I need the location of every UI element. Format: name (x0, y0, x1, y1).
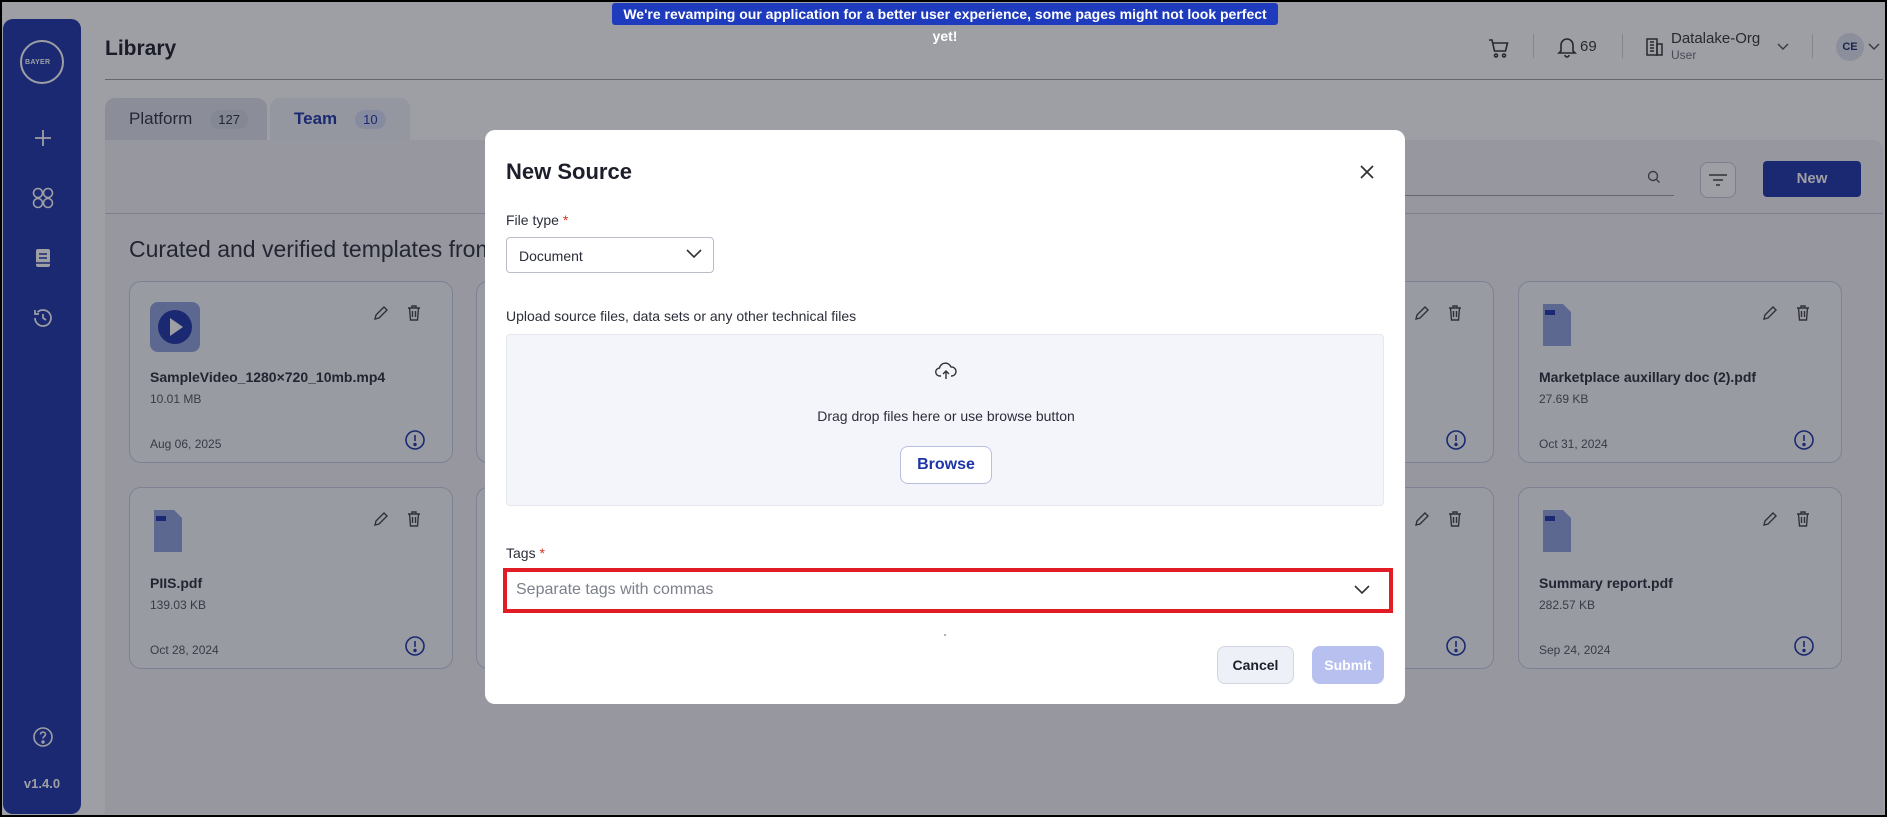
file-type-select[interactable]: Document (506, 237, 714, 273)
chevron-down-icon (686, 249, 702, 259)
separator-dot (944, 634, 946, 636)
browse-button[interactable]: Browse (900, 446, 992, 484)
chevron-down-icon[interactable] (1353, 584, 1371, 596)
tags-label: Tags * (506, 545, 545, 561)
file-type-label: File type * (506, 212, 569, 228)
dropzone-text: Drag drop files here or use browse butto… (817, 408, 1075, 424)
cancel-button[interactable]: Cancel (1217, 646, 1294, 684)
upload-label: Upload source files, data sets or any ot… (506, 308, 857, 324)
cloud-upload-icon (935, 361, 957, 386)
file-type-value: Document (519, 248, 583, 264)
announcement-banner: We're revamping our application for a be… (612, 3, 1278, 44)
file-dropzone[interactable]: Drag drop files here or use browse butto… (506, 334, 1384, 506)
dialog-title: New Source (506, 159, 632, 184)
new-source-dialog: New Source File type * Document Upload s… (485, 130, 1405, 704)
submit-button[interactable]: Submit (1312, 646, 1384, 684)
tags-input[interactable]: Separate tags with commas (506, 572, 1384, 610)
close-icon[interactable] (1355, 160, 1379, 184)
tags-placeholder: Separate tags with commas (516, 581, 714, 598)
